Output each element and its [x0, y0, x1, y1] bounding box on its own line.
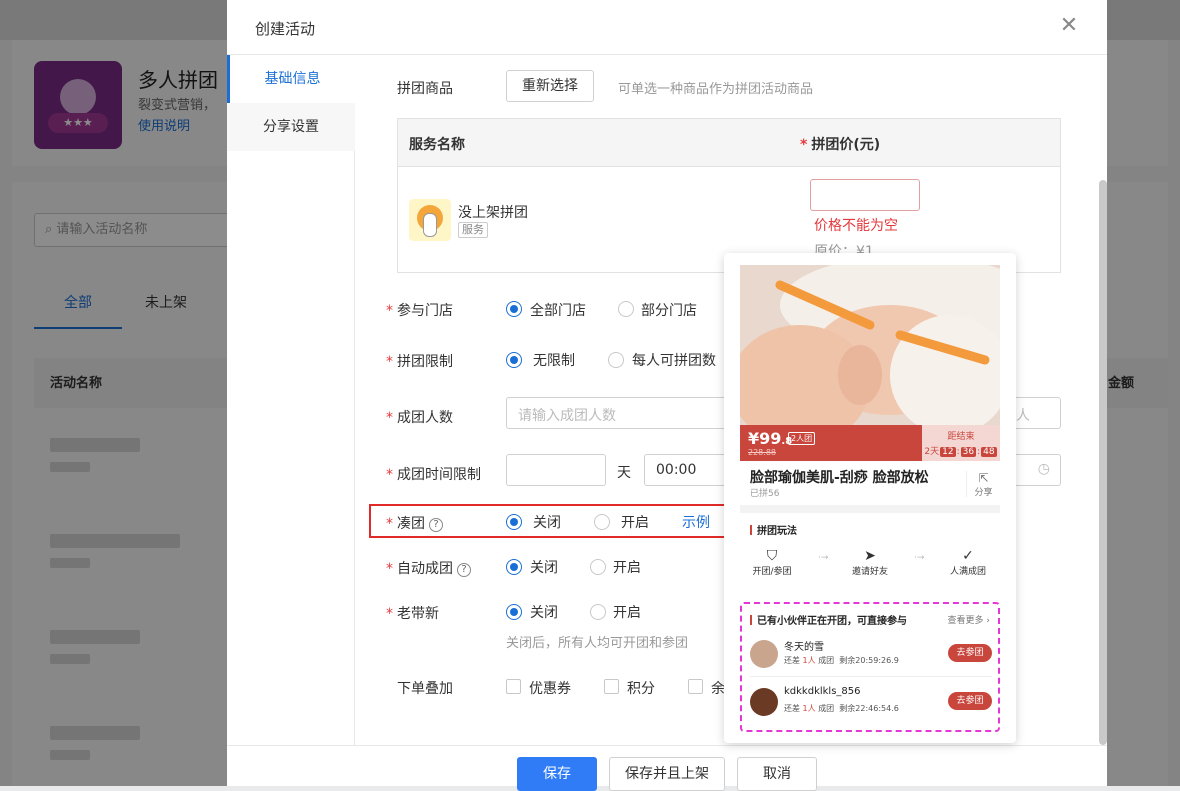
avatar	[750, 640, 778, 668]
points-checkbox[interactable]	[604, 679, 619, 694]
coupon-label: 优惠券	[529, 681, 571, 697]
product-type-tag: 服务	[458, 222, 488, 238]
stores-all-label: 全部门店	[530, 303, 586, 319]
section-divider	[740, 505, 1000, 513]
auto-on-label: 开启	[613, 560, 641, 576]
price-error-message: 价格不能为空	[814, 218, 898, 234]
preview-title: 脸部瑜伽美肌-刮痧 脸部放松	[750, 470, 929, 486]
limit-label: * 拼团限制	[386, 354, 453, 370]
help-icon[interactable]: ?	[457, 563, 471, 577]
stores-label: * 参与门店	[386, 303, 453, 319]
share-icon: ⇱	[978, 471, 989, 485]
old-new-off-radio[interactable]	[506, 604, 522, 620]
stores-partial-radio[interactable]	[618, 301, 634, 317]
share-button[interactable]: ⇱ 分享	[966, 471, 1000, 498]
dialog-side-nav: 基础信息 分享设置	[227, 55, 355, 745]
step-open-join: ⛉ 开团/参团	[742, 548, 802, 577]
column-service-name: 服务名称	[409, 137, 465, 153]
limit-none-label: 无限制	[533, 353, 575, 369]
join-title: 已有小伙伴正在开团，可直接参与	[750, 612, 907, 627]
tab-share-settings[interactable]: 分享设置	[227, 103, 355, 151]
clock-icon: ◷	[1037, 461, 1050, 477]
group-price: ¥99	[748, 429, 782, 448]
order-stack-label: 下单叠加	[397, 681, 453, 697]
bag-icon: ⛉	[766, 548, 778, 564]
limit-per-person-label: 每人可拼团数	[632, 353, 716, 369]
arrow-icon: ·→	[818, 553, 829, 563]
group-size-unit: 人	[1016, 408, 1030, 424]
balance-label: 余	[711, 681, 725, 697]
auto-off-radio[interactable]	[506, 559, 522, 575]
send-icon: ➤	[864, 548, 876, 564]
auto-on-radio[interactable]	[590, 559, 606, 575]
tab-basic-info[interactable]: 基础信息	[227, 55, 355, 103]
check-circle-icon: ✓	[962, 548, 974, 564]
limit-none-radio[interactable]	[506, 352, 522, 368]
reselect-button[interactable]: 重新选择	[506, 70, 594, 102]
example-preview-popup: ¥99.8 2人团 228.88 距结束 2天 12:36:48 脸部瑜伽美肌-刮…	[724, 253, 1016, 743]
join-group-section: 已有小伙伴正在开团，可直接参与 查看更多 › 冬天的雪 还差 1人 成团 剩余2…	[740, 602, 1000, 732]
points-label: 积分	[627, 681, 655, 697]
arrow-icon: ·→	[914, 553, 925, 563]
join-row: kdkkdklkls_856 还差 1人 成团 剩余22:46:54.6 去参团	[750, 684, 992, 724]
product-table-header	[398, 119, 1060, 167]
old-new-off-label: 关闭	[530, 605, 558, 621]
step-invite: ➤ 邀请好友	[840, 548, 900, 577]
help-icon[interactable]: ?	[429, 518, 443, 532]
coupon-checkbox[interactable]	[506, 679, 521, 694]
product-table	[397, 118, 1061, 273]
limit-per-person-radio[interactable]	[608, 352, 624, 368]
stores-all-radio[interactable]	[506, 301, 522, 317]
dialog-title: 创建活动	[255, 20, 316, 38]
product-hint: 可单选一种商品作为拼团活动商品	[618, 82, 814, 97]
days-unit: 天	[617, 465, 631, 481]
avatar	[750, 688, 778, 716]
auto-off-label: 关闭	[530, 560, 558, 576]
dialog-scrollbar[interactable]	[1099, 180, 1107, 745]
dialog-header: 创建活动 ✕	[227, 0, 1107, 55]
example-link[interactable]: 示例	[682, 512, 710, 532]
preview-sold: 已拼56	[750, 489, 780, 499]
old-new-note: 关闭后，所有人均可开团和参团	[506, 636, 689, 651]
combine-off-label: 关闭	[533, 515, 561, 531]
old-new-on-label: 开启	[613, 605, 641, 621]
combine-on-label: 开启	[621, 515, 649, 531]
product-label: 拼团商品	[397, 81, 453, 97]
combine-on-radio[interactable]	[594, 514, 610, 530]
see-more-link[interactable]: 查看更多 ›	[948, 613, 990, 626]
join-row: 冬天的雪 还差 1人 成团 剩余20:59:26.9 去参团	[750, 636, 992, 676]
combine-off-radio[interactable]	[506, 514, 522, 530]
combine-label: * 凑团?	[386, 513, 443, 533]
product-thumbnail	[409, 199, 451, 241]
column-group-price: * 拼团价(元)	[800, 137, 881, 153]
old-new-on-radio[interactable]	[590, 604, 606, 620]
group-size-badge: 2人团	[788, 432, 816, 445]
old-new-label: * 老带新	[386, 606, 439, 622]
join-group-button[interactable]: 去参团	[948, 644, 992, 662]
group-price-input[interactable]	[810, 179, 920, 211]
step-complete: ✓ 人满成团	[938, 548, 998, 577]
balance-checkbox[interactable]	[688, 679, 703, 694]
auto-group-label: * 自动成团?	[386, 558, 471, 578]
countdown-box: 距结束 2天 12:36:48	[922, 425, 1000, 461]
close-icon[interactable]: ✕	[1057, 14, 1081, 38]
group-size-label: * 成团人数	[386, 410, 453, 426]
rules-title: 拼团玩法	[750, 522, 797, 537]
stores-partial-label: 部分门店	[641, 303, 697, 319]
product-photo	[740, 265, 1000, 425]
days-input[interactable]	[506, 454, 606, 486]
original-price-strike: 228.88	[748, 448, 776, 457]
join-group-button[interactable]: 去参团	[948, 692, 992, 710]
product-name: 没上架拼团	[458, 205, 528, 221]
price-bar: ¥99.8 2人团 228.88 距结束 2天 12:36:48	[740, 425, 1000, 461]
time-limit-label: * 成团时间限制	[386, 467, 481, 483]
